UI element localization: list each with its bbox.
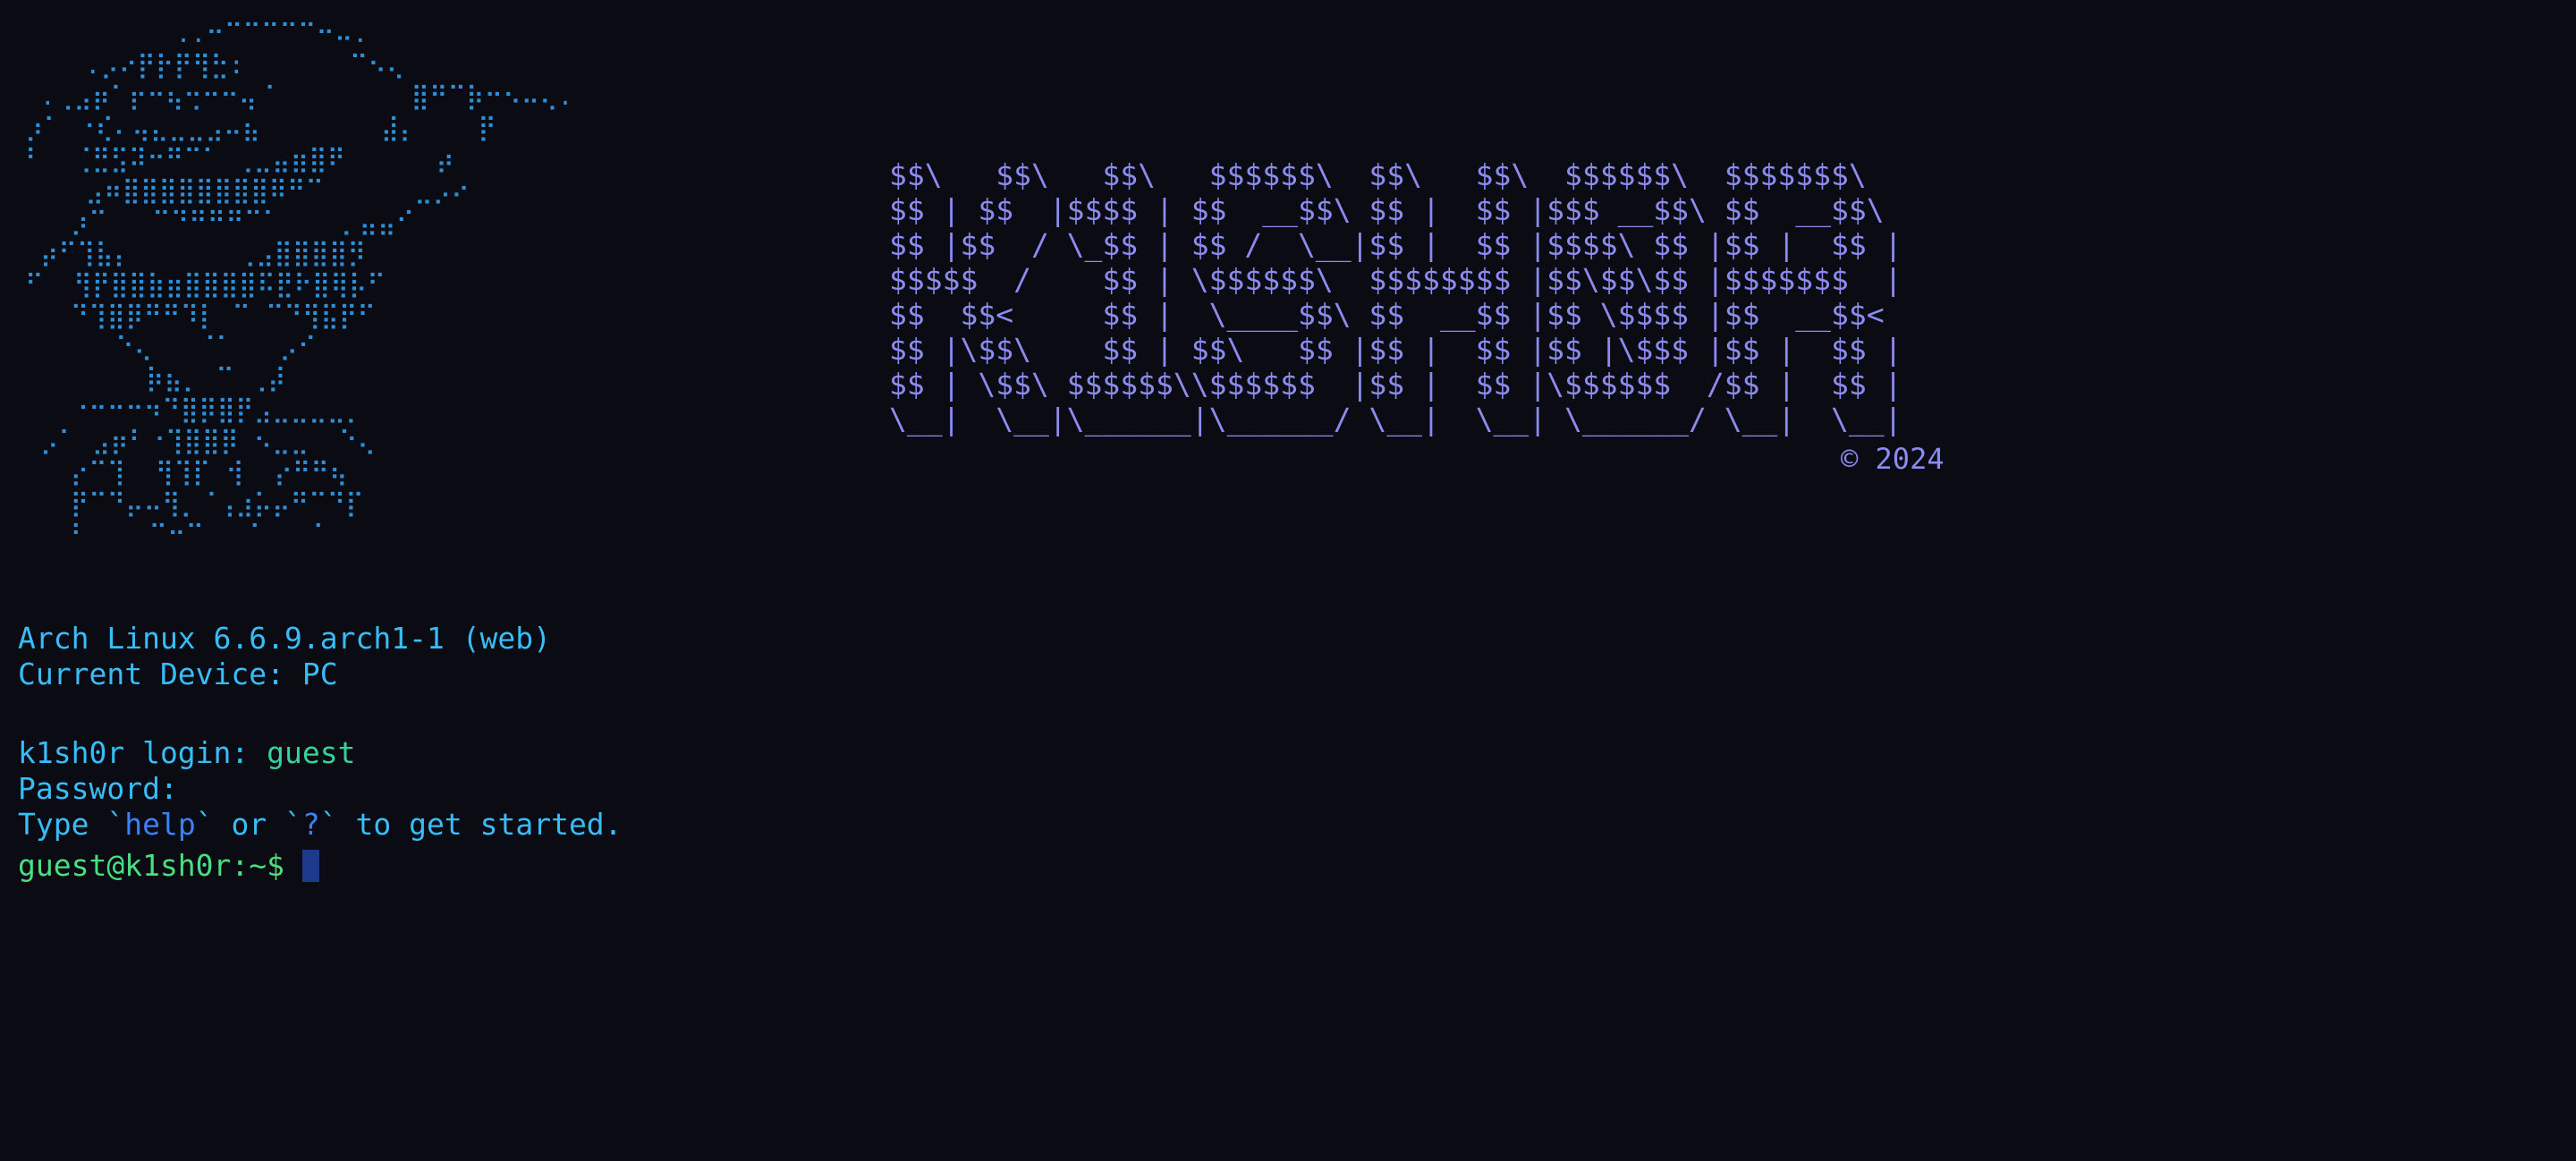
login-line: k1sh0r login: guest	[18, 735, 623, 771]
banner-line: $$ $$< $$ | \____$$\ $$ __$$ |$$ \$$$$ |…	[889, 297, 1885, 332]
terminal-window[interactable]: ..⠒⠉⠉⠉⠉⠉⠒⠤. .⡠⠔⡟⡗⡟⢻⣓: ⠉⠢⢄ .⢀⣠⡶⠁⡖⠒⢦⢒⠒⠒⢤⠈ …	[0, 0, 2576, 1161]
command-prompt-line[interactable]: guest@k1sh0r:~$	[18, 848, 320, 884]
device-line: Current Device: PC	[18, 657, 338, 691]
banner-line: $$ |\$$\ $$ | $$\ $$ |$$ | $$ |$$ |\$$$ …	[889, 332, 1902, 367]
ascii-banner: $$\ $$\ $$\ $$$$$$\ $$\ $$\ $$$$$$\ $$$$…	[889, 157, 1902, 436]
banner-line: $$ |$$ / \_$$ | $$ / \__|$$ | $$ |$$$$\ …	[889, 227, 1902, 262]
copyright-text: © 2024	[1841, 442, 1945, 476]
login-label: k1sh0r login:	[18, 735, 267, 770]
text-cursor[interactable]	[302, 850, 320, 882]
banner-line: $$ | \$$\ $$$$$$\\$$$$$$ |$$ | $$ |\$$$$…	[889, 367, 1902, 402]
ascii-art-logo: ..⠒⠉⠉⠉⠉⠉⠒⠤. .⡠⠔⡟⡗⡟⢻⣓: ⠉⠢⢄ .⢀⣠⡶⠁⡖⠒⢦⢒⠒⠒⢤⠈ …	[25, 19, 573, 549]
help-middle: ` or `	[195, 807, 302, 842]
help-hint-line: Type `help` or `?` to get started.	[18, 807, 623, 843]
help-prefix: Type `	[18, 807, 125, 842]
help-command: help	[124, 807, 196, 842]
question-command: ?	[301, 807, 320, 842]
system-version-line: Arch Linux 6.6.9.arch1-1 (web)	[18, 621, 552, 656]
banner-line: $$$$$ / $$ | \$$$$$$\ $$$$$$$$ |$$\$$\$$…	[889, 262, 1902, 297]
password-line: Password:	[18, 771, 178, 806]
login-username: guest	[267, 735, 356, 770]
banner-line: $$ | $$ |$$$$ | $$ __$$\ $$ | $$ |$$$ __…	[889, 192, 1885, 227]
shell-prompt: guest@k1sh0r:~$	[18, 848, 285, 883]
help-suffix: ` to get started.	[319, 807, 623, 842]
banner-line: $$\ $$\ $$\ $$$$$$\ $$\ $$\ $$$$$$\ $$$$…	[889, 157, 1867, 192]
banner-line: \__| \__|\______|\______/ \__| \__| \___…	[889, 402, 1902, 436]
terminal-output: Arch Linux 6.6.9.arch1-1 (web) Current D…	[18, 621, 623, 843]
